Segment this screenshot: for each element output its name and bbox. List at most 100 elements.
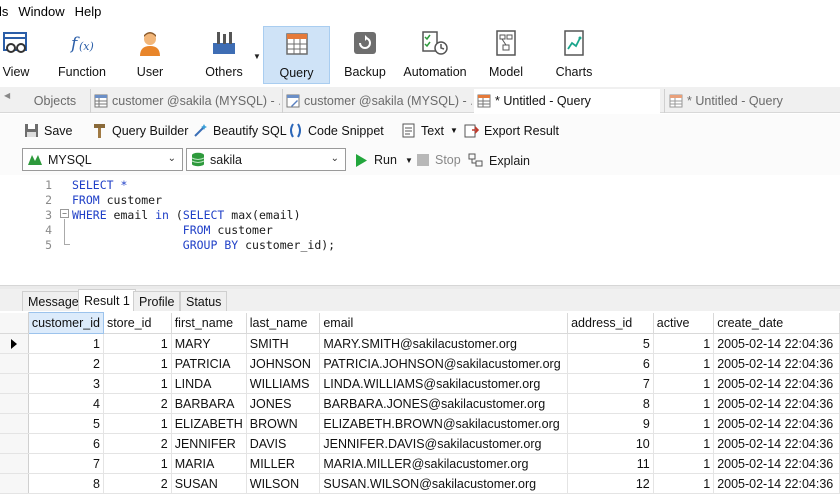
table-cell[interactable]: 1 <box>103 413 172 434</box>
table-row[interactable]: 6 2 JENNIFER DAVIS JENNIFER.DAVIS@sakilacust… <box>0 433 840 454</box>
table-cell[interactable]: 1 <box>653 473 715 494</box>
table-cell[interactable]: 2005-02-14 22:04:36 <box>713 473 840 494</box>
table-cell[interactable]: BROWN <box>246 413 321 434</box>
table-cell[interactable]: 2005-02-14 22:04:36 <box>713 433 840 454</box>
tab-profile[interactable]: Profile <box>133 291 181 311</box>
table-cell[interactable]: WILLIAMS <box>246 373 321 394</box>
table-cell[interactable]: 1 <box>103 453 172 474</box>
function-button[interactable]: f (x) Function <box>52 26 112 84</box>
row-selector[interactable] <box>0 373 29 394</box>
column-header-last-name[interactable]: last_name <box>246 312 321 334</box>
column-header-store-id[interactable]: store_id <box>103 312 172 334</box>
stop-button[interactable]: Stop <box>417 153 461 167</box>
table-cell[interactable]: 1 <box>653 413 715 434</box>
others-dropdown-icon[interactable]: ▼ <box>253 52 261 61</box>
beautify-sql-button[interactable]: Beautify SQL <box>193 123 287 138</box>
table-cell[interactable]: 1 <box>653 393 715 414</box>
user-button[interactable]: User <box>125 26 175 84</box>
table-cell[interactable]: 1 <box>28 333 104 354</box>
table-cell[interactable]: 8 <box>567 393 654 414</box>
table-cell[interactable]: 2 <box>103 473 172 494</box>
table-cell[interactable]: DAVIS <box>246 433 321 454</box>
table-row[interactable]: 2 1 PATRICIA JOHNSON PATRICIA.JOHNSON@sakila… <box>0 353 840 374</box>
backup-button[interactable]: Backup <box>340 26 390 84</box>
table-cell[interactable]: 10 <box>567 433 654 454</box>
export-result-button[interactable]: Export Result <box>464 123 559 138</box>
table-cell[interactable]: MARIA.MILLER@sakilacustomer.org <box>319 453 569 474</box>
table-cell[interactable]: 4 <box>28 393 104 414</box>
table-cell[interactable]: 1 <box>653 453 715 474</box>
run-button[interactable]: Run ▼ <box>355 153 413 167</box>
table-cell[interactable]: MARY <box>171 333 247 354</box>
table-cell[interactable]: 2005-02-14 22:04:36 <box>713 333 840 354</box>
table-cell[interactable]: BARBARA <box>171 393 247 414</box>
column-header-address-id[interactable]: address_id <box>567 312 654 334</box>
table-cell[interactable]: 2005-02-14 22:04:36 <box>713 373 840 394</box>
menu-window[interactable]: Window <box>13 0 69 24</box>
others-button[interactable]: Others <box>199 26 249 84</box>
view-button[interactable]: View <box>0 26 36 84</box>
tab-scroll-left-icon[interactable]: ◀ <box>4 91 10 100</box>
column-header-customer-id[interactable]: customer_id <box>27 312 104 334</box>
menu-help[interactable]: Help <box>70 0 107 24</box>
row-selector[interactable] <box>0 413 29 434</box>
row-selector[interactable] <box>0 433 29 454</box>
table-cell[interactable]: JONES <box>246 393 321 414</box>
connection-select[interactable]: MYSQL ⌄ <box>22 148 183 171</box>
column-header-first-name[interactable]: first_name <box>171 312 247 334</box>
menu-tools[interactable]: ls <box>0 0 13 24</box>
table-cell[interactable]: 2 <box>28 353 104 374</box>
automation-button[interactable]: Automation <box>400 26 470 84</box>
table-cell[interactable]: SUSAN <box>171 473 247 494</box>
table-cell[interactable]: 6 <box>28 433 104 454</box>
table-row[interactable]: 7 1 MARIA MILLER MARIA.MILLER@sakilacustomer… <box>0 453 840 474</box>
table-cell[interactable]: 2 <box>103 433 172 454</box>
table-cell[interactable]: SUSAN.WILSON@sakilacustomer.org <box>319 473 569 494</box>
tab-untitled-query[interactable]: * Untitled - Query <box>664 89 840 113</box>
tab-customer-1[interactable]: customer @sakila (MYSQL) - ... <box>90 89 280 113</box>
row-selector[interactable] <box>0 453 29 474</box>
table-cell[interactable]: JOHNSON <box>246 353 321 374</box>
table-cell[interactable]: 1 <box>103 333 172 354</box>
table-cell[interactable]: 2005-02-14 22:04:36 <box>713 413 840 434</box>
table-cell[interactable]: 2005-02-14 22:04:36 <box>713 453 840 474</box>
row-selector[interactable] <box>0 473 29 494</box>
table-cell[interactable]: MILLER <box>246 453 321 474</box>
database-select[interactable]: sakila ⌄ <box>186 148 346 171</box>
sql-editor[interactable]: 1 SELECT * 2 FROM customer 3 WHERE email in (… <box>0 176 840 284</box>
table-cell[interactable]: 8 <box>28 473 104 494</box>
table-row[interactable]: 1 1 MARY SMITH MARY.SMITH@sakilacustomer.org… <box>0 333 840 354</box>
code-snippet-button[interactable]: Code Snippet <box>288 123 384 138</box>
table-cell[interactable]: 1 <box>103 373 172 394</box>
table-row[interactable]: 5 1 ELIZABETH BROWN ELIZABETH.BROWN@sakilacu… <box>0 413 840 434</box>
table-cell[interactable]: 1 <box>653 373 715 394</box>
table-cell[interactable]: 5 <box>28 413 104 434</box>
tab-untitled-query-active[interactable]: * Untitled - Query <box>474 89 660 113</box>
result-grid[interactable]: customer_id store_id first_name last_name em… <box>0 312 840 497</box>
table-row[interactable]: 8 2 SUSAN WILSON SUSAN.WILSON@sakilacustomer… <box>0 473 840 494</box>
column-header-create-date[interactable]: create_date <box>713 312 840 334</box>
table-cell[interactable]: JENNIFER <box>171 433 247 454</box>
table-cell[interactable]: 1 <box>653 353 715 374</box>
chevron-down-icon[interactable]: ▼ <box>405 156 413 165</box>
table-cell[interactable]: LINDA.WILLIAMS@sakilacustomer.org <box>319 373 569 394</box>
table-cell[interactable]: SMITH <box>246 333 321 354</box>
save-button[interactable]: Save <box>24 123 73 138</box>
table-cell[interactable]: WILSON <box>246 473 321 494</box>
column-header-email[interactable]: email <box>319 312 569 334</box>
table-cell[interactable]: 2 <box>103 393 172 414</box>
table-cell[interactable]: MARIA <box>171 453 247 474</box>
row-selector[interactable] <box>0 333 29 354</box>
table-cell[interactable]: ELIZABETH <box>171 413 247 434</box>
table-cell[interactable]: 1 <box>653 433 715 454</box>
model-button[interactable]: Model <box>482 26 530 84</box>
column-header-active[interactable]: active <box>653 312 715 334</box>
table-cell[interactable]: MARY.SMITH@sakilacustomer.org <box>319 333 569 354</box>
table-cell[interactable]: ELIZABETH.BROWN@sakilacustomer.org <box>319 413 569 434</box>
explain-button[interactable]: Explain <box>468 153 530 168</box>
table-cell[interactable]: 3 <box>28 373 104 394</box>
tab-result-1[interactable]: Result 1 <box>78 289 136 311</box>
fold-toggle-icon[interactable]: − <box>60 209 69 218</box>
table-cell[interactable]: 7 <box>28 453 104 474</box>
table-cell[interactable]: 11 <box>567 453 654 474</box>
